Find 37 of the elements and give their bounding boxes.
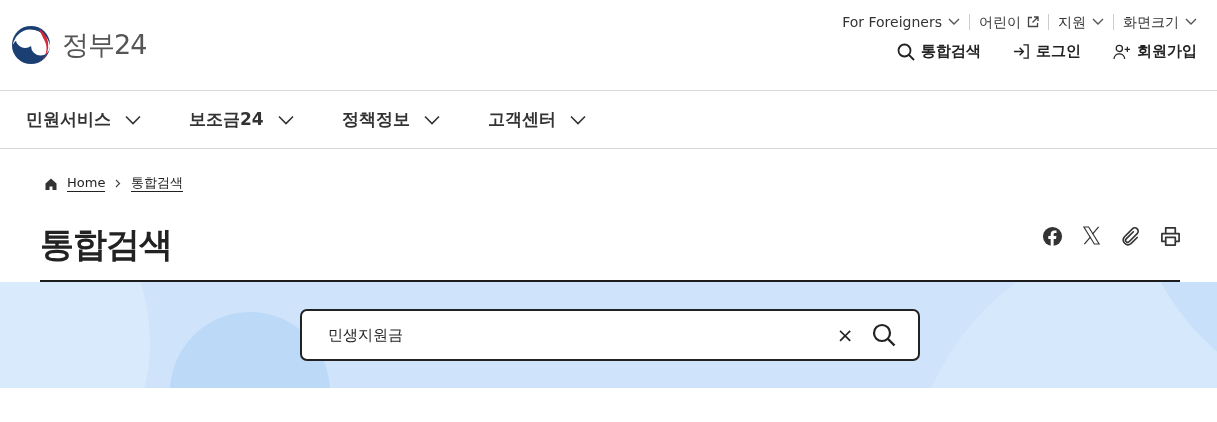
utility-link[interactable]: 지원	[1048, 14, 1113, 30]
x-logo-icon[interactable]	[1082, 225, 1101, 245]
chevron-down-icon	[125, 114, 141, 125]
utility-link[interactable]: For Foreigners	[833, 14, 969, 30]
external-link-icon	[1027, 16, 1039, 28]
printer-icon[interactable]	[1160, 225, 1181, 247]
chevron-down-icon	[948, 18, 960, 26]
taegeuk-logo-icon	[10, 24, 52, 66]
header-link[interactable]: 회원가입	[1113, 42, 1197, 61]
paperclip-icon[interactable]	[1120, 225, 1141, 247]
user-plus-icon	[1113, 43, 1131, 60]
page-title: 통합검색	[40, 223, 172, 266]
utility-link[interactable]: 어린이	[969, 14, 1048, 30]
nav-menu-item[interactable]: 정책정보	[341, 108, 440, 131]
breadcrumb-link[interactable]: Home	[67, 175, 106, 192]
chevron-down-icon	[277, 114, 294, 125]
facebook-icon[interactable]	[1042, 225, 1063, 247]
home-icon	[45, 177, 57, 190]
chevron-down-icon	[1185, 18, 1197, 26]
chevron-down-icon	[1092, 18, 1104, 26]
chevron-down-icon	[569, 114, 586, 125]
logo[interactable]: 정부24	[10, 0, 147, 90]
header-link[interactable]: 통합검색	[897, 42, 981, 61]
search-button[interactable]	[871, 323, 896, 347]
nav-menu-item[interactable]: 보조금24	[189, 108, 294, 131]
logo-text: 정부24	[62, 28, 147, 62]
header-link[interactable]: 로그인	[1013, 42, 1081, 61]
search-field[interactable]: 민생지원금 ×	[299, 309, 920, 361]
nav-menu-item[interactable]: 민원서비스	[26, 108, 141, 131]
login-icon	[1013, 43, 1030, 60]
chevron-right-icon	[115, 179, 122, 188]
clear-button[interactable]: ×	[832, 325, 858, 345]
breadcrumb-link[interactable]: 통합검색	[131, 175, 184, 192]
utility-link[interactable]: 화면크기	[1113, 14, 1197, 30]
chevron-down-icon	[423, 114, 440, 125]
search-icon	[897, 42, 915, 61]
nav-menu-item[interactable]: 고객센터	[487, 108, 586, 131]
